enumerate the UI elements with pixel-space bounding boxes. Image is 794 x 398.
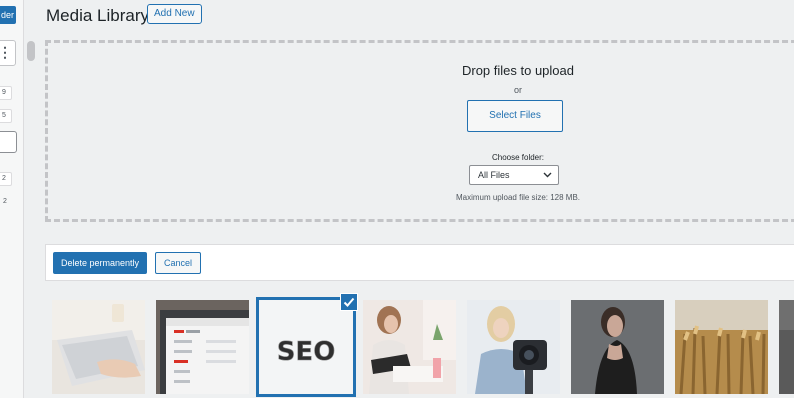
laptop-hand-image xyxy=(52,300,145,394)
checkmark-icon[interactable] xyxy=(341,294,357,310)
add-new-button[interactable]: Add New xyxy=(147,4,202,24)
upload-dropzone[interactable]: Drop files to upload or Select Files Cho… xyxy=(45,40,794,222)
media-thumbnail-selected[interactable]: SEO xyxy=(256,297,356,397)
laptop-gmail-image xyxy=(156,300,249,394)
media-thumbnail[interactable] xyxy=(675,300,768,394)
chevron-down-icon xyxy=(543,166,552,190)
media-thumbnail[interactable] xyxy=(779,300,794,394)
dropzone-title: Drop files to upload xyxy=(461,63,574,78)
dropzone-or-text: or xyxy=(513,85,522,95)
seo-letters-image: SEO xyxy=(259,300,353,394)
delete-permanently-button[interactable]: Delete permanently xyxy=(53,252,148,274)
select-files-button[interactable]: Select Files xyxy=(467,100,563,132)
choose-folder-label: Choose folder: xyxy=(491,153,545,162)
media-thumbnail[interactable] xyxy=(52,300,145,394)
media-thumbnail[interactable] xyxy=(156,300,249,394)
media-thumbnail[interactable] xyxy=(467,300,560,394)
max-upload-size: Maximum upload file size: 128 MB. xyxy=(455,193,581,202)
seo-text: SEO xyxy=(277,337,336,367)
sidebar-resize-handle[interactable] xyxy=(27,41,35,61)
more-options-icon[interactable]: ⋮ xyxy=(0,40,16,66)
folder-count: 2 xyxy=(3,198,7,205)
woman-portrait-image xyxy=(571,300,664,394)
media-thumbnail[interactable] xyxy=(571,300,664,394)
media-thumbnail[interactable] xyxy=(363,300,456,394)
folder-count-badge: 2 xyxy=(0,172,12,186)
folder-count-badge: 5 xyxy=(0,109,12,123)
folder-sidebar: der ⋮ 9 5 2 2 xyxy=(0,0,24,398)
folder-search-input[interactable] xyxy=(0,131,17,153)
page-title: Media Library xyxy=(46,6,149,25)
new-folder-button[interactable]: der xyxy=(0,6,16,24)
folder-select-value: All Files xyxy=(478,170,510,180)
partial-image xyxy=(779,300,794,394)
wheat-field-image xyxy=(675,300,768,394)
cancel-button[interactable]: Cancel xyxy=(155,252,202,274)
folder-select[interactable]: All Files xyxy=(469,165,559,185)
bulk-action-bar: Delete permanently Cancel xyxy=(45,244,794,281)
woman-writing-image xyxy=(363,300,456,394)
folder-count-badge: 9 xyxy=(0,86,12,100)
woman-camera-image xyxy=(467,300,560,394)
